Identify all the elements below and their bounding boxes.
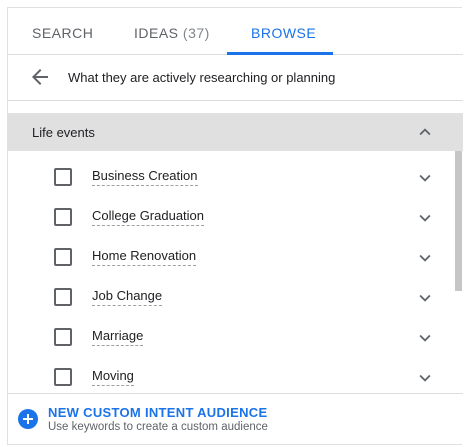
list-item-label[interactable]: Home Renovation: [92, 249, 197, 266]
tab-ideas-count: (37): [182, 25, 210, 41]
chevron-down-icon[interactable]: [414, 287, 436, 309]
arrow-back-icon[interactable]: [28, 65, 52, 89]
tab-ideas-label: IDEAS: [134, 25, 179, 41]
chevron-up-icon[interactable]: [414, 121, 436, 143]
breadcrumb-label: What they are actively researching or pl…: [68, 70, 336, 85]
chevron-down-icon[interactable]: [414, 207, 436, 229]
checkbox[interactable]: [54, 328, 72, 346]
list-item-label[interactable]: College Graduation: [92, 209, 205, 226]
checkbox[interactable]: [54, 248, 72, 266]
checkbox[interactable]: [54, 208, 72, 226]
tab-browse[interactable]: BROWSE: [251, 8, 316, 55]
list-item[interactable]: Business Creation: [8, 158, 453, 198]
list-item[interactable]: Marriage: [8, 318, 453, 358]
chevron-down-icon[interactable]: [414, 327, 436, 349]
chevron-down-icon[interactable]: [414, 167, 436, 189]
list-item[interactable]: Moving: [8, 358, 453, 393]
browse-panel: SEARCH IDEAS (37) BROWSE What they are a…: [7, 7, 463, 445]
new-custom-intent-audience[interactable]: NEW CUSTOM INTENT AUDIENCE Use keywords …: [8, 393, 463, 445]
checkbox[interactable]: [54, 168, 72, 186]
list-item-label[interactable]: Business Creation: [92, 169, 198, 186]
tab-browse-label: BROWSE: [251, 25, 317, 41]
section-title: Life events: [32, 125, 95, 140]
footer-subtitle: Use keywords to create a custom audience: [48, 421, 268, 433]
category-list: Life events Business Creation College Gr…: [8, 113, 463, 393]
breadcrumb: What they are actively researching or pl…: [8, 55, 463, 101]
chevron-down-icon[interactable]: [414, 247, 436, 269]
new-custom-intent-audience-link[interactable]: NEW CUSTOM INTENT AUDIENCE: [48, 405, 267, 420]
chevron-down-icon[interactable]: [414, 367, 436, 389]
tab-search-label: SEARCH: [32, 25, 94, 41]
add-circle-icon[interactable]: [18, 409, 38, 429]
list-item[interactable]: Job Change: [8, 278, 453, 318]
tab-bar: SEARCH IDEAS (37) BROWSE: [8, 8, 463, 55]
list-item[interactable]: College Graduation: [8, 198, 453, 238]
tab-ideas[interactable]: IDEAS (37): [134, 8, 210, 55]
list-item[interactable]: Home Renovation: [8, 238, 453, 278]
section-header-life-events[interactable]: Life events: [8, 113, 463, 151]
checkbox[interactable]: [54, 368, 72, 386]
checkbox[interactable]: [54, 288, 72, 306]
tab-search[interactable]: SEARCH: [32, 8, 93, 55]
list-item-label[interactable]: Marriage: [92, 329, 144, 346]
scrollbar-thumb[interactable]: [455, 151, 462, 291]
list-item-label[interactable]: Moving: [92, 369, 134, 386]
list-item-label[interactable]: Job Change: [92, 289, 163, 306]
